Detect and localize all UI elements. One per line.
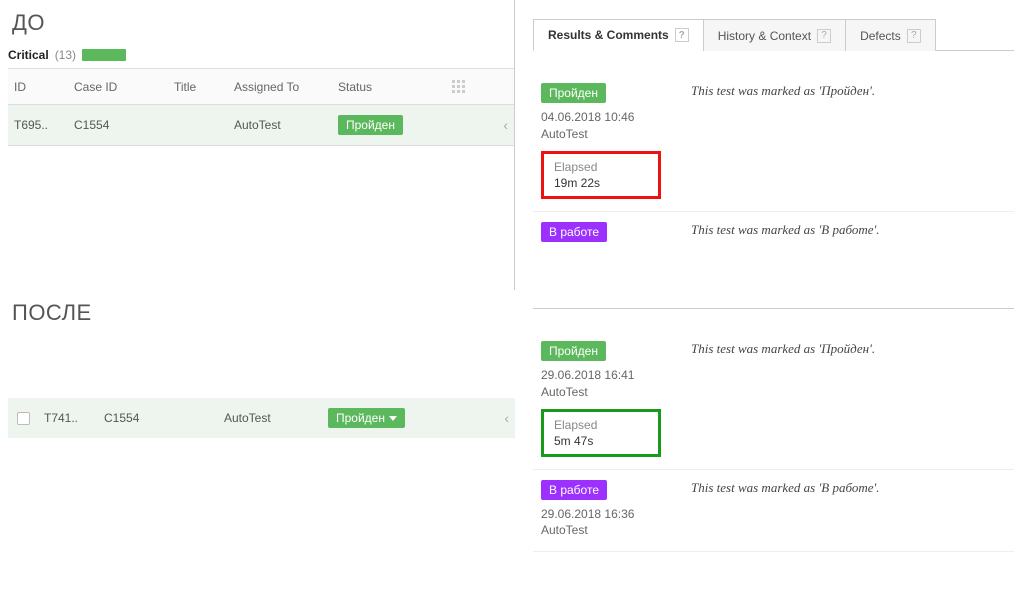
table-row[interactable]: T695.. C1554 AutoTest Пройден ‹ [8, 105, 514, 145]
status-badge: Пройден [541, 341, 606, 361]
col-assigned-to[interactable]: Assigned To [228, 72, 332, 102]
change-meta-col: В работе [533, 212, 683, 254]
change-timestamp: 29.06.2018 16:36 [541, 506, 675, 523]
change-message: This test was marked as 'Пройден'. [683, 331, 1014, 469]
table-row[interactable]: T741.. C1554 AutoTest Пройден ‹ [8, 398, 515, 438]
status-dropdown[interactable]: Пройден [328, 408, 405, 428]
right-pane-before: Results & Comments ? History & Context ?… [515, 0, 1024, 290]
status-badge: В работе [541, 222, 607, 242]
status-badge: Пройден [541, 83, 606, 103]
tab-defects[interactable]: Defects ? [845, 19, 936, 51]
test-title [168, 117, 228, 133]
change-meta-col: Пройден 04.06.2018 10:46 AutoTest Elapse… [533, 73, 683, 211]
before-section: ДО Critical (13) ID Case ID Title Assign… [0, 0, 1024, 290]
change-entry: Пройден 04.06.2018 10:46 AutoTest Elapse… [533, 73, 1014, 212]
tests-table: T741.. C1554 AutoTest Пройден ‹ [8, 398, 515, 438]
col-case-id[interactable]: Case ID [68, 72, 168, 102]
assigned-to: AutoTest [228, 110, 332, 140]
help-icon[interactable]: ? [817, 29, 831, 43]
change-user: AutoTest [541, 522, 675, 539]
heading-after: ПОСЛЕ [12, 300, 515, 326]
change-entry: В работе This test was marked as 'В рабо… [533, 212, 1014, 255]
chevron-left-icon[interactable]: ‹ [504, 410, 509, 426]
chevron-left-icon[interactable]: ‹ [503, 117, 508, 133]
elapsed-label: Elapsed [554, 160, 648, 174]
change-message: This test was marked as 'В работе'. [683, 212, 1014, 254]
elapsed-value: 5m 47s [554, 434, 648, 448]
elapsed-box-highlight: Elapsed 5m 47s [541, 409, 661, 457]
col-title[interactable]: Title [168, 72, 228, 102]
row-checkbox[interactable] [17, 412, 30, 425]
col-id[interactable]: ID [8, 72, 68, 102]
left-pane-before: ДО Critical (13) ID Case ID Title Assign… [0, 0, 515, 290]
case-id-link[interactable]: C1554 [104, 411, 139, 425]
col-status[interactable]: Status [332, 72, 438, 102]
group-count: (13) [55, 48, 76, 62]
tab-history-context[interactable]: History & Context ? [703, 19, 846, 51]
test-id-link[interactable]: T741.. [44, 411, 78, 425]
right-pane-after: Пройден 29.06.2018 16:41 AutoTest Elapse… [515, 290, 1024, 580]
group-label: Critical [8, 48, 49, 62]
reorder-icon [452, 80, 465, 93]
after-section: ПОСЛЕ T741.. C1554 AutoTest Пройден ‹ [0, 290, 1024, 580]
change-user: AutoTest [541, 384, 675, 401]
status-badge-label: Пройден [336, 411, 385, 425]
status-badge-label: В работе [549, 225, 599, 239]
change-meta-col: В работе 29.06.2018 16:36 AutoTest [533, 470, 683, 552]
change-timestamp: 04.06.2018 10:46 [541, 109, 675, 126]
tab-label: Defects [860, 29, 901, 43]
change-entry: Пройден 29.06.2018 16:41 AutoTest Elapse… [533, 331, 1014, 470]
change-timestamp: 29.06.2018 16:41 [541, 367, 675, 384]
changes-list: Пройден 29.06.2018 16:41 AutoTest Elapse… [533, 331, 1014, 552]
change-entry: В работе 29.06.2018 16:36 AutoTest This … [533, 470, 1014, 553]
tab-label: History & Context [718, 29, 811, 43]
status-badge-label: Пройден [549, 344, 598, 358]
change-user: AutoTest [541, 126, 675, 143]
status-badge-label: В работе [549, 483, 599, 497]
detail-tabs: Results & Comments ? History & Context ?… [533, 18, 1014, 51]
assigned-to: AutoTest [218, 403, 322, 433]
status-badge-label: Пройден [549, 86, 598, 100]
elapsed-box-highlight: Elapsed 19m 22s [541, 151, 661, 199]
status-badge[interactable]: Пройден [338, 115, 403, 135]
elapsed-label: Elapsed [554, 418, 648, 432]
tab-label: Results & Comments [548, 28, 669, 42]
heading-before: ДО [12, 10, 514, 36]
test-id-link[interactable]: T695.. [14, 118, 48, 132]
table-header: ID Case ID Title Assigned To Status [8, 69, 514, 105]
case-id-link[interactable]: C1554 [74, 118, 109, 132]
change-message: This test was marked as 'Пройден'. [683, 73, 1014, 211]
group-progress-bar [82, 49, 126, 61]
chevron-down-icon [389, 416, 397, 421]
priority-group-row[interactable]: Critical (13) [8, 48, 514, 62]
tab-results-comments[interactable]: Results & Comments ? [533, 19, 704, 51]
status-badge: В работе [541, 480, 607, 500]
changes-list: Пройден 04.06.2018 10:46 AutoTest Elapse… [533, 73, 1014, 255]
elapsed-value: 19m 22s [554, 176, 648, 190]
help-icon[interactable]: ? [907, 29, 921, 43]
status-badge-label: Пройден [346, 118, 395, 132]
tests-table: ID Case ID Title Assigned To Status T695… [8, 68, 514, 146]
change-message: This test was marked as 'В работе'. [683, 470, 1014, 552]
left-pane-after: ПОСЛЕ T741.. C1554 AutoTest Пройден ‹ [0, 290, 515, 580]
col-reorder[interactable] [438, 72, 478, 101]
help-icon[interactable]: ? [675, 28, 689, 42]
change-meta-col: Пройден 29.06.2018 16:41 AutoTest Elapse… [533, 331, 683, 469]
